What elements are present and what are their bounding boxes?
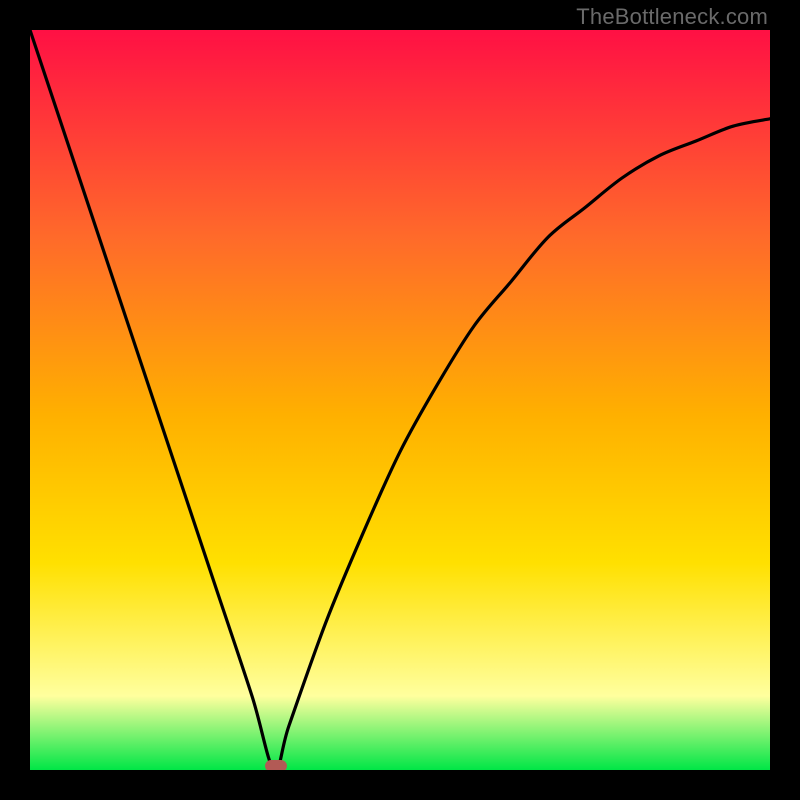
plot-area [30, 30, 770, 770]
optimum-marker [265, 760, 287, 770]
chart-frame: TheBottleneck.com [0, 0, 800, 800]
bottleneck-curve [30, 30, 770, 770]
watermark-text: TheBottleneck.com [576, 4, 768, 30]
